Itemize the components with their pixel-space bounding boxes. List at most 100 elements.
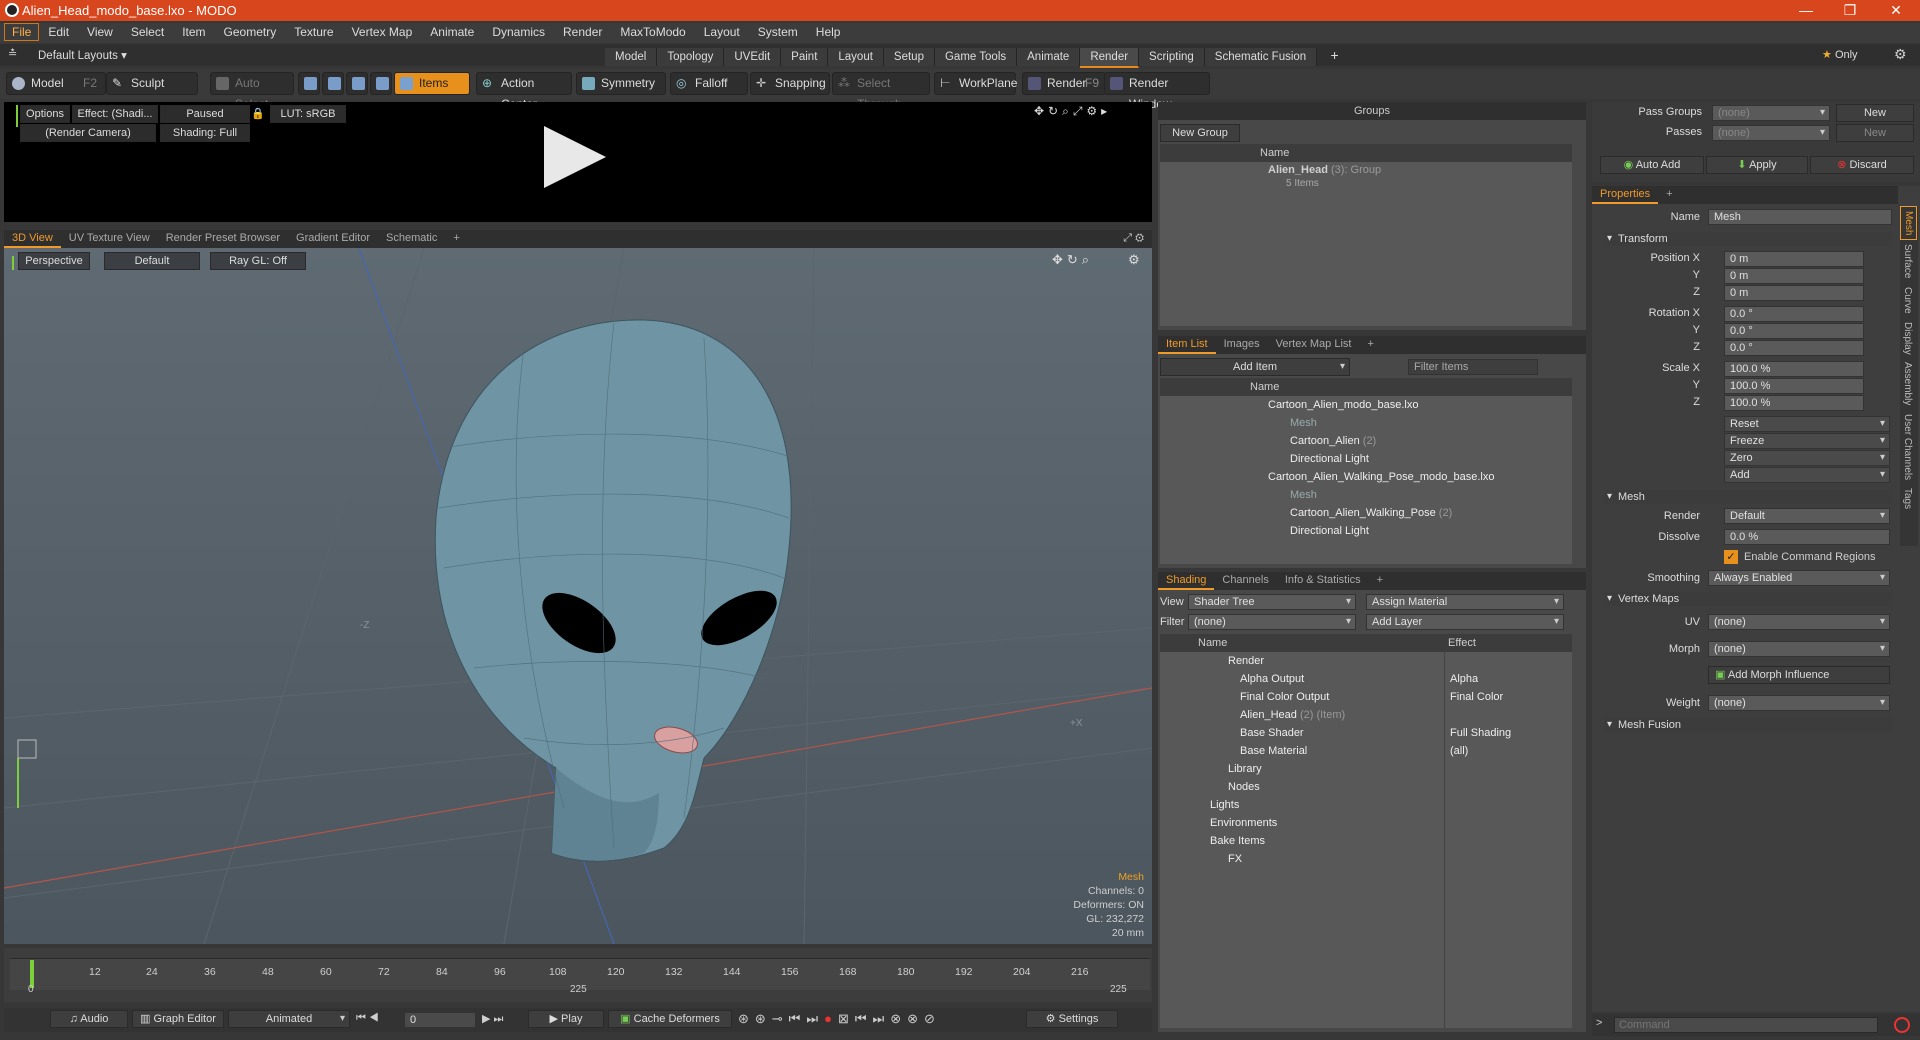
- apply-button[interactable]: ⬇ Apply: [1706, 156, 1808, 174]
- menu-system[interactable]: System: [749, 23, 807, 41]
- side-tab-assembly[interactable]: Assembly: [1900, 358, 1915, 409]
- shader-effect-final-color[interactable]: Final Color: [1450, 688, 1503, 706]
- shader-row-final-color[interactable]: Final Color Output: [1240, 688, 1329, 706]
- polygons-mode-button[interactable]: [346, 72, 368, 95]
- shader-row-render[interactable]: Render: [1228, 652, 1264, 670]
- new-group-button[interactable]: New Group: [1160, 124, 1240, 142]
- add-morph-influence-button[interactable]: ▣ Add Morph Influence: [1708, 666, 1890, 684]
- model-button[interactable]: Model F2: [6, 72, 106, 95]
- tab-render[interactable]: Render: [1080, 48, 1140, 68]
- passes-dropdown[interactable]: (none): [1712, 125, 1830, 141]
- cache-deformers-button[interactable]: ▣ Cache Deformers: [608, 1010, 732, 1028]
- tab-info-statistics[interactable]: Info & Statistics: [1277, 572, 1369, 588]
- minimize-icon[interactable]: —: [1784, 0, 1828, 21]
- side-tab-user-channels[interactable]: User Channels: [1900, 410, 1915, 484]
- select-through-button[interactable]: ⁂Select Through: [832, 72, 930, 111]
- item-list-tree[interactable]: Cartoon_Alien_modo_base.lxo Mesh Cartoon…: [1160, 396, 1572, 564]
- auto-add-button[interactable]: ◉ Auto Add: [1600, 156, 1704, 174]
- scale-y-input[interactable]: 100.0 %: [1724, 378, 1864, 394]
- shader-effect-full-shading[interactable]: Full Shading: [1450, 724, 1511, 742]
- menu-layout[interactable]: Layout: [695, 23, 749, 41]
- filter-dropdown[interactable]: (none): [1188, 614, 1356, 630]
- tab-topology[interactable]: Topology: [657, 48, 725, 66]
- action-center-button[interactable]: ⊕Action Center: [476, 72, 572, 111]
- rotation-y-input[interactable]: 0.0 °: [1724, 323, 1864, 339]
- menu-file[interactable]: File: [4, 23, 40, 41]
- restore-icon[interactable]: ❐: [1828, 0, 1872, 21]
- tree-row-cartoon-alien[interactable]: Cartoon_Alien (2): [1290, 432, 1376, 450]
- new-pass-button[interactable]: New: [1836, 124, 1914, 142]
- shader-row-base-material[interactable]: Base Material: [1240, 742, 1307, 760]
- uv-dropdown[interactable]: (none): [1708, 614, 1890, 630]
- add-tab-icon[interactable]: +: [1658, 186, 1680, 202]
- add-tab-icon[interactable]: +: [1359, 336, 1381, 352]
- preview-lut-dropdown[interactable]: LUT: sRGB: [270, 105, 346, 123]
- vertex-maps-section[interactable]: Vertex Maps: [1604, 592, 1892, 606]
- tab-item-list[interactable]: Item List: [1158, 336, 1216, 354]
- add-tab-icon[interactable]: +: [1321, 44, 1349, 66]
- tree-row-walking-pose[interactable]: Cartoon_Alien_Walking_Pose (2): [1290, 504, 1452, 522]
- shader-row-nodes[interactable]: Nodes: [1228, 778, 1260, 796]
- render-window-button[interactable]: Render Window: [1104, 72, 1210, 111]
- rotation-x-input[interactable]: 0.0 °: [1724, 306, 1864, 322]
- shader-tree[interactable]: Render Alpha Output Alpha Final Color Ou…: [1160, 652, 1572, 1028]
- render-dropdown[interactable]: Default: [1724, 508, 1890, 524]
- add-tab-icon[interactable]: +: [1369, 572, 1391, 588]
- menu-vertex-map[interactable]: Vertex Map: [343, 23, 422, 41]
- shader-effect-alpha[interactable]: Alpha: [1450, 670, 1478, 688]
- preview-shading-dropdown[interactable]: Shading: Full: [160, 124, 250, 142]
- tab-vertex-map-list[interactable]: Vertex Map List: [1268, 336, 1360, 352]
- menu-geometry[interactable]: Geometry: [215, 23, 286, 41]
- tab-images[interactable]: Images: [1216, 336, 1268, 352]
- render-button[interactable]: Render F9: [1022, 72, 1106, 95]
- menu-animate[interactable]: Animate: [421, 23, 483, 41]
- tree-row-scene-1[interactable]: Cartoon_Alien_modo_base.lxo: [1268, 396, 1418, 414]
- shader-row-library[interactable]: Library: [1228, 760, 1262, 778]
- tab-schematic-fusion[interactable]: Schematic Fusion: [1204, 48, 1318, 66]
- position-x-input[interactable]: 0 m: [1724, 251, 1864, 267]
- raygl-dropdown[interactable]: Ray GL: Off: [210, 252, 306, 270]
- menu-help[interactable]: Help: [807, 23, 850, 41]
- menu-item[interactable]: Item: [173, 23, 214, 41]
- shader-effect-all[interactable]: (all): [1450, 742, 1468, 760]
- menu-select[interactable]: Select: [122, 23, 173, 41]
- scale-z-input[interactable]: 100.0 %: [1724, 395, 1864, 411]
- mesh-fusion-section[interactable]: Mesh Fusion: [1604, 718, 1892, 732]
- shader-row-alpha-output[interactable]: Alpha Output: [1240, 670, 1304, 688]
- shader-row-base-shader[interactable]: Base Shader: [1240, 724, 1304, 742]
- tab-paint[interactable]: Paint: [781, 48, 829, 66]
- add-view-tab-icon[interactable]: +: [445, 230, 467, 246]
- shader-row-alien-head[interactable]: Alien_Head (2) (Item): [1240, 706, 1345, 724]
- scale-x-input[interactable]: 100.0 %: [1724, 361, 1864, 377]
- snapping-button[interactable]: ✛ Snapping: [750, 72, 830, 95]
- key-tools-icons[interactable]: ⊛⊛⊸⏮⏭●⊠⏮⏭⊗⊗⊘: [738, 1011, 941, 1027]
- record-icon[interactable]: [1894, 1017, 1910, 1033]
- side-tab-mesh[interactable]: Mesh: [1900, 206, 1917, 241]
- play-icon[interactable]: [544, 126, 606, 188]
- rotation-z-input[interactable]: 0.0 °: [1724, 340, 1864, 356]
- menu-edit[interactable]: Edit: [39, 23, 78, 41]
- shader-row-lights[interactable]: Lights: [1210, 796, 1239, 814]
- assign-material-dropdown[interactable]: Assign Material: [1366, 594, 1564, 610]
- menu-view[interactable]: View: [78, 23, 122, 41]
- falloff-button[interactable]: ◎ Falloff: [670, 72, 748, 95]
- layout-menu-icon[interactable]: ≛: [8, 47, 17, 60]
- view-dropdown[interactable]: Shader Tree: [1188, 594, 1356, 610]
- tab-model[interactable]: Model: [605, 48, 658, 66]
- preview-options-button[interactable]: Options: [20, 105, 70, 123]
- mesh-section[interactable]: Mesh: [1604, 490, 1892, 504]
- pass-groups-dropdown[interactable]: (none): [1712, 105, 1830, 121]
- discard-button[interactable]: ⊗ Discard: [1810, 156, 1914, 174]
- items-mode-button[interactable]: Items: [394, 72, 470, 95]
- tab-animate[interactable]: Animate: [1017, 48, 1081, 66]
- symmetry-button[interactable]: Symmetry: [576, 72, 666, 95]
- side-tab-tags[interactable]: Tags: [1900, 484, 1915, 513]
- preview-nav-icons[interactable]: ✥↻⌕⤢⚙▸: [1034, 104, 1111, 119]
- tab-setup[interactable]: Setup: [883, 48, 935, 66]
- group-item-alien-head[interactable]: Alien_Head (3): Group: [1268, 164, 1381, 176]
- timeline[interactable]: 12 24 36 48 60 72 84 96 108 120 132 144 …: [4, 948, 1152, 1002]
- tab-shading[interactable]: Shading: [1158, 572, 1215, 590]
- sculpt-button[interactable]: ✎ Sculpt: [106, 72, 198, 95]
- add-dropdown[interactable]: Add: [1724, 467, 1890, 483]
- preview-paused-button[interactable]: Paused: [160, 105, 250, 123]
